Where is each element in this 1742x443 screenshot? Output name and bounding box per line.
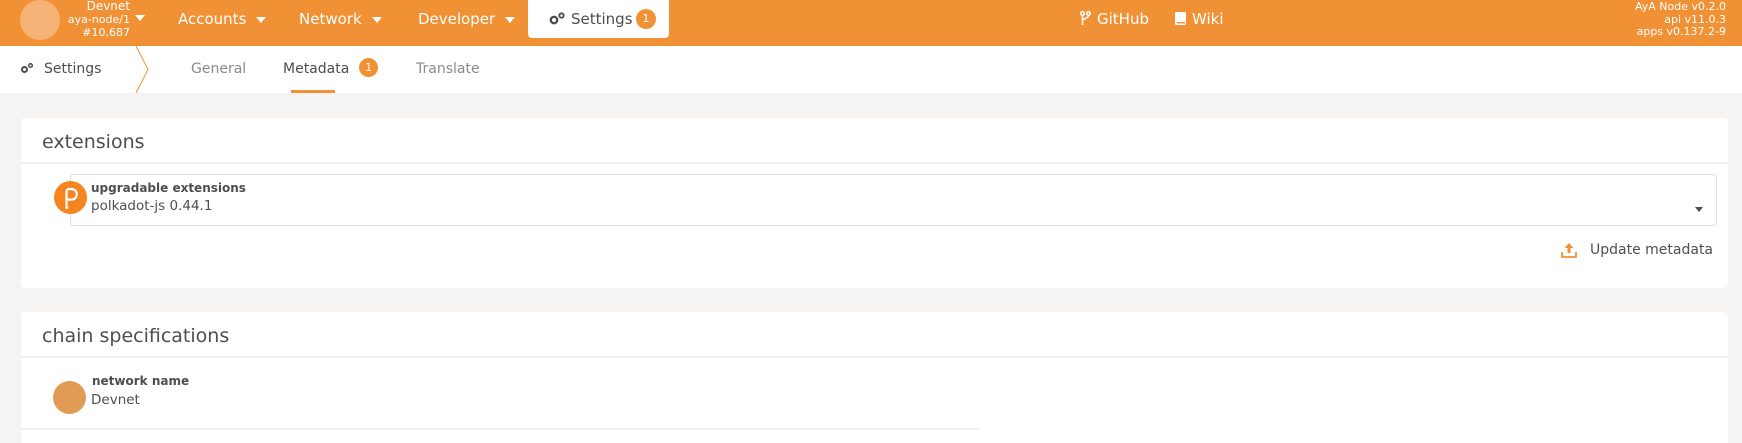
upload-icon <box>1561 243 1577 258</box>
extensions-header: extensions <box>21 118 1728 164</box>
node-version: AyA Node v0.2.0 <box>1634 0 1726 13</box>
gears-icon <box>549 12 565 25</box>
tab-metadata-label: Metadata <box>283 61 350 77</box>
chain-specs-card: chain specifications network name Devnet <box>21 312 1728 443</box>
menu-accounts-label: Accounts <box>178 10 247 28</box>
upgradable-extensions-dropdown[interactable] <box>70 174 1717 226</box>
github-link[interactable]: GitHub <box>1079 0 1149 38</box>
tab-general-label: General <box>191 61 247 77</box>
chevron-down-icon[interactable] <box>135 15 145 21</box>
menu-settings-label: Settings <box>571 10 633 28</box>
dropdown-value: polkadot-js 0.44.1 <box>91 198 213 214</box>
subnav-title-label: Settings <box>44 61 102 77</box>
wiki-link[interactable]: Wiki <box>1175 0 1224 38</box>
menu-accounts[interactable]: Accounts <box>178 0 267 38</box>
chain-node: aya-node/1 <box>67 13 130 26</box>
apps-version: apps v0.137.2-9 <box>1636 25 1726 38</box>
menu-developer[interactable]: Developer <box>418 0 516 38</box>
settings-badge: 1 <box>636 9 656 29</box>
tab-translate-label: Translate <box>416 61 480 77</box>
metadata-badge: 1 <box>359 58 379 77</box>
chain-name: Devnet <box>86 0 130 13</box>
network-name-value: Devnet <box>91 392 140 408</box>
chevron-down-icon <box>505 16 516 23</box>
chain-avatar[interactable] <box>20 0 60 40</box>
gears-icon <box>21 62 34 73</box>
tab-translate[interactable]: Translate <box>416 46 480 93</box>
wiki-label: Wiki <box>1192 10 1224 28</box>
menu-network-label: Network <box>299 10 362 28</box>
version-info: AyA Node v0.2.0 api v11.0.3 apps v0.137.… <box>1634 0 1726 39</box>
branch-icon <box>1079 10 1092 25</box>
chevron-down-icon <box>371 16 382 23</box>
github-label: GitHub <box>1097 10 1149 28</box>
tab-metadata[interactable]: Metadata 1 <box>283 46 379 93</box>
chevron-down-icon[interactable] <box>1695 207 1703 212</box>
tab-general[interactable]: General <box>191 46 246 93</box>
polkadot-logo-icon <box>65 187 78 209</box>
menu-network[interactable]: Network <box>299 0 382 38</box>
chevron-down-icon <box>256 16 267 23</box>
update-metadata-label: Update metadata <box>1590 242 1714 258</box>
chain-block: #10,687 <box>82 26 130 39</box>
network-avatar <box>53 381 86 414</box>
breadcrumb-chevron <box>135 46 149 93</box>
extensions-heading: extensions <box>42 131 145 153</box>
settings-subnav: Settings General Metadata 1 Translate <box>0 46 1742 93</box>
menu-settings[interactable]: Settings 1 <box>528 0 669 38</box>
chain-specs-heading: chain specifications <box>42 325 230 347</box>
dropdown-label: upgradable extensions <box>91 181 246 195</box>
chain-specs-header: chain specifications <box>21 312 1728 358</box>
top-nav-bar: Devnet aya-node/1 #10,687 Accounts Netwo… <box>0 0 1742 46</box>
extensions-card: extensions upgradable extensions polkado… <box>21 118 1728 288</box>
menu-developer-label: Developer <box>418 10 496 28</box>
book-icon <box>1175 12 1186 25</box>
chain-selector[interactable]: Devnet aya-node/1 #10,687 <box>60 0 130 39</box>
network-name-label: network name <box>92 374 190 388</box>
active-tab-indicator <box>291 90 335 93</box>
subnav-title: Settings <box>20 46 101 93</box>
divider <box>21 428 979 430</box>
polkadot-logo <box>54 181 87 214</box>
